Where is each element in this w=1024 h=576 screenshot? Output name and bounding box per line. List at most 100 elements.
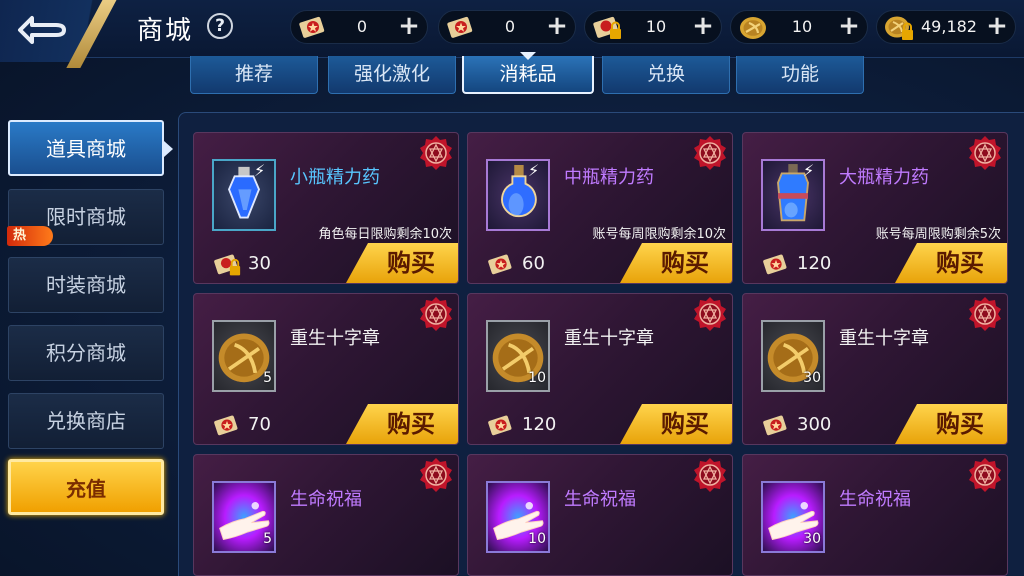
resource-value: 10 — [791, 17, 813, 36]
tab-recommended[interactable]: 推荐 — [190, 56, 318, 94]
item-card[interactable]: 30 生命祝福 — [742, 454, 1008, 576]
red-scroll-icon — [486, 412, 516, 440]
item-card[interactable]: ⚡ 中瓶精力药 账号每周限购剩余10次 60 购买 — [467, 132, 733, 284]
help-button[interactable]: ? — [207, 13, 233, 39]
item-name: 重生十字章 — [839, 328, 929, 349]
page-title: 商城 — [137, 16, 194, 46]
item-name: 大瓶精力药 — [839, 167, 929, 188]
tab-label: 功能 — [780, 63, 819, 85]
seal-icon — [418, 296, 454, 332]
hot-badge: 热 — [7, 226, 53, 246]
tab-label: 推荐 — [234, 63, 273, 85]
red-scroll-icon — [761, 251, 791, 279]
item-quantity: 30 — [803, 531, 821, 547]
sidebar-item-points-shop[interactable]: 积分商城 — [8, 325, 164, 381]
item-card[interactable]: 30 重生十字章 300 购买 — [742, 293, 1008, 445]
item-quantity: 5 — [263, 531, 272, 547]
sidebar-item-label: 限时商城 — [46, 205, 126, 229]
tab-enhance[interactable]: 强化激化 — [328, 56, 456, 94]
sidebar-item-label: 兑换商店 — [46, 409, 126, 433]
item-price: 70 — [248, 414, 271, 435]
add-resource-button[interactable]: + — [691, 13, 715, 39]
resource-value: 49,182 — [921, 17, 977, 36]
add-resource-button[interactable]: + — [985, 13, 1009, 39]
item-name: 生命祝福 — [290, 489, 362, 510]
tab-consumables[interactable]: 消耗品 — [462, 52, 594, 94]
red-scroll-icon — [212, 412, 242, 440]
lightning-icon: ⚡ — [803, 161, 815, 180]
buy-button[interactable]: 购买 — [620, 243, 732, 283]
item-card[interactable]: 10 重生十字章 120 购买 — [467, 293, 733, 445]
small-potion-icon — [212, 159, 276, 231]
add-resource-button[interactable]: + — [837, 13, 861, 39]
resource-value: 0 — [356, 17, 368, 36]
sidebar-item-item-shop[interactable]: 道具商城 — [8, 120, 173, 176]
buy-button[interactable]: 购买 — [895, 243, 1007, 283]
divider — [66, 0, 120, 68]
tab-exchange[interactable]: 兑换 — [602, 56, 730, 94]
tab-label: 消耗品 — [499, 63, 557, 85]
large-potion-icon — [761, 159, 825, 231]
buy-button[interactable]: 购买 — [346, 243, 458, 283]
resource-value: 0 — [504, 17, 516, 36]
sidebar-item-limited-shop[interactable]: 限时商城热 — [7, 189, 164, 246]
resource-counter: 0 + — [290, 10, 428, 44]
top-bar: 商城 ? 0 + 0 + 10 + 10 + 49,182 + — [0, 0, 1024, 68]
sidebar-item-label: 道具商城 — [46, 137, 126, 161]
red-scroll-icon — [761, 412, 791, 440]
item-quantity: 30 — [803, 370, 821, 386]
recharge-button[interactable]: 充值 — [8, 459, 164, 515]
seal-icon — [418, 457, 454, 493]
item-name: 生命祝福 — [839, 489, 911, 510]
item-card[interactable]: 5 重生十字章 70 购买 — [193, 293, 459, 445]
purchase-limit: 账号每周限购剩余5次 — [875, 227, 1001, 242]
seal-icon — [692, 135, 728, 171]
item-name: 重生十字章 — [564, 328, 654, 349]
item-card[interactable]: 5 生命祝福 — [193, 454, 459, 576]
resource-counter: 10 + — [584, 10, 722, 44]
item-price: 120 — [522, 414, 557, 435]
item-name: 中瓶精力药 — [564, 167, 654, 188]
item-name: 生命祝福 — [564, 489, 636, 510]
shop-screen: 商城 ? 0 + 0 + 10 + 10 + 49,182 + 推荐 强化激化 … — [0, 0, 1024, 576]
sidebar-item-fashion-shop[interactable]: 时装商城 — [8, 257, 164, 313]
resource-counter: 10 + — [730, 10, 868, 44]
item-price: 60 — [522, 253, 545, 274]
gold-coin-icon — [740, 17, 766, 39]
seal-icon — [967, 457, 1003, 493]
add-resource-button[interactable]: + — [397, 13, 421, 39]
add-resource-button[interactable]: + — [545, 13, 569, 39]
locked-scroll-icon — [593, 16, 621, 39]
seal-icon — [967, 135, 1003, 171]
red-scroll-icon — [486, 251, 516, 279]
red-scroll-icon — [299, 16, 325, 38]
item-quantity: 5 — [263, 370, 272, 386]
item-price: 30 — [248, 253, 271, 274]
buy-button[interactable]: 购买 — [620, 404, 732, 444]
resource-counter: 49,182 + — [876, 10, 1016, 44]
active-tab-indicator — [520, 52, 536, 60]
buy-button[interactable]: 购买 — [895, 404, 1007, 444]
sidebar-item-label: 积分商城 — [46, 341, 126, 365]
resource-value: 10 — [645, 17, 667, 36]
tab-label: 兑换 — [646, 63, 685, 85]
sidebar-item-exchange-store[interactable]: 兑换商店 — [8, 393, 164, 449]
resource-counter: 0 + — [438, 10, 576, 44]
lightning-icon: ⚡ — [528, 161, 540, 180]
item-name: 重生十字章 — [290, 328, 380, 349]
item-name: 小瓶精力药 — [290, 167, 380, 188]
item-card[interactable]: ⚡ 小瓶精力药 角色每日限购剩余10次 30 购买 — [193, 132, 459, 284]
item-card[interactable]: 10 生命祝福 — [467, 454, 733, 576]
seal-icon — [967, 296, 1003, 332]
active-indicator — [164, 141, 173, 157]
locked-scroll-icon — [212, 251, 242, 279]
lightning-icon: ⚡ — [254, 161, 266, 180]
tab-functions[interactable]: 功能 — [736, 56, 864, 94]
back-button[interactable] — [0, 0, 120, 68]
sidebar-item-label: 时装商城 — [46, 273, 126, 297]
item-card[interactable]: ⚡ 大瓶精力药 账号每周限购剩余5次 120 购买 — [742, 132, 1008, 284]
item-quantity: 10 — [528, 531, 546, 547]
medium-potion-icon — [486, 159, 550, 231]
buy-button[interactable]: 购买 — [346, 404, 458, 444]
seal-icon — [692, 296, 728, 332]
